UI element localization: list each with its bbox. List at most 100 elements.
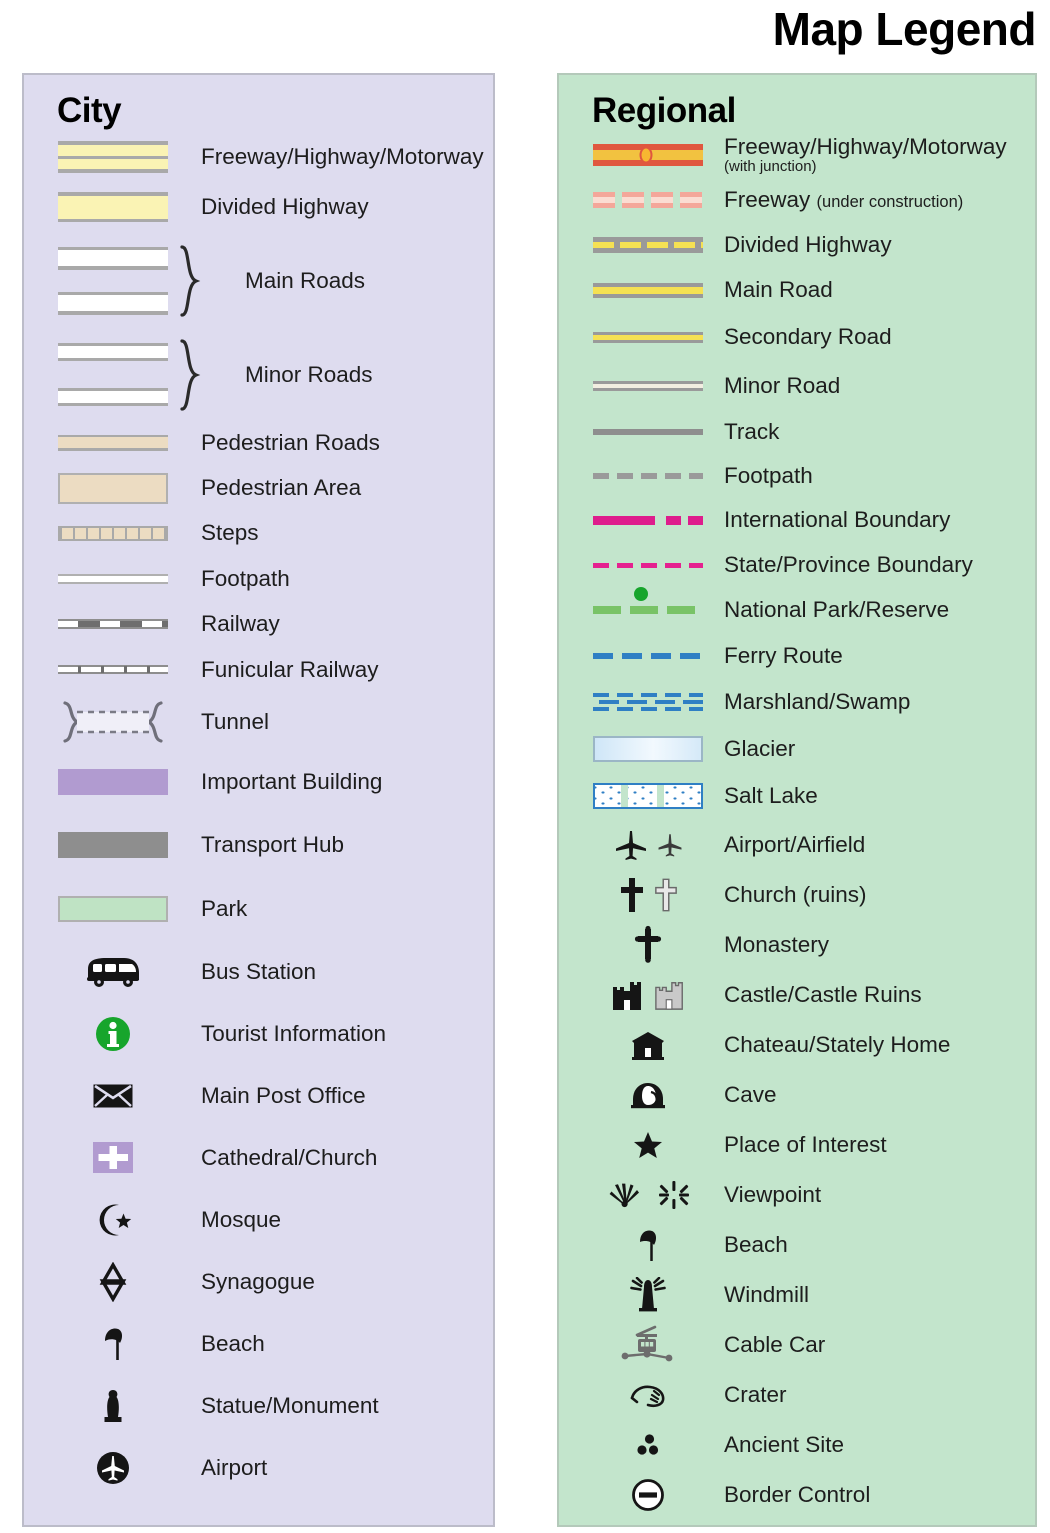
legend-row-city-post-office: Main Post Office: [24, 1065, 493, 1127]
legend-label: Freeway/Highway/Motorway (with junction): [724, 133, 1007, 175]
legend-label: Park: [201, 895, 248, 921]
legend-label: Crater: [724, 1381, 787, 1407]
legend-row-city-freeway: Freeway/Highway/Motorway: [24, 134, 493, 181]
city-legend-panel: City Freeway/Highway/Motorway Divided Hi…: [22, 73, 495, 1527]
legend-label: Place of Interest: [724, 1131, 887, 1157]
legend-label: Beach: [724, 1231, 788, 1257]
legend-row-city-railway: Railway: [24, 602, 493, 647]
legend-label: Marshland/Swamp: [724, 689, 911, 715]
funicular-railway-line-symbol: [46, 665, 179, 675]
statue-icon: [46, 1386, 179, 1426]
legend-label: Minor Roads: [245, 361, 373, 387]
legend-row-regional-windmill: Windmill: [559, 1270, 1035, 1320]
freeway-bar-symbol: [46, 141, 179, 174]
legend-row-regional-cave: Cave: [559, 1070, 1035, 1120]
legend-label: Pedestrian Area: [201, 475, 362, 501]
legend-row-city-main-roads: Main Roads: [24, 233, 493, 329]
beach-umbrella-icon: [46, 1324, 179, 1364]
legend-label: Footpath: [724, 462, 813, 488]
legend-label: Bus Station: [201, 958, 317, 984]
legend-row-regional-state-boundary: State/Province Boundary: [559, 543, 1035, 588]
legend-label-sub: (under construction): [816, 192, 964, 211]
marshland-pattern-symbol: [584, 691, 712, 713]
legend-row-city-funicular-railway: Funicular Railway: [24, 647, 493, 693]
state-boundary-line-symbol: [584, 562, 712, 568]
legend-row-city-minor-roads: Minor Roads: [24, 329, 493, 421]
regional-footpath-line-symbol: [584, 472, 712, 479]
crater-icon: [584, 1381, 712, 1409]
legend-row-city-pedestrian-area: Pedestrian Area: [24, 466, 493, 511]
legend-row-city-airport: Airport: [24, 1437, 493, 1499]
legend-label: International Boundary: [724, 507, 951, 533]
glacier-swatch: [584, 735, 712, 762]
legend-label: Main Road: [724, 277, 833, 303]
legend-row-regional-border-control: Border Control: [559, 1470, 1035, 1520]
airport-circle-icon: [46, 1447, 179, 1489]
regional-freeway-junction-line-symbol: [584, 143, 712, 166]
legend-row-city-transport-hub: Transport Hub: [24, 814, 493, 877]
church-cross-icon: [584, 876, 712, 914]
cathedral-cross-icon: [46, 1141, 179, 1174]
legend-label: Secondary Road: [724, 324, 892, 350]
legend-label: Steps: [201, 520, 259, 546]
legend-label: Synagogue: [201, 1268, 315, 1294]
legend-row-regional-ancient-site: Ancient Site: [559, 1420, 1035, 1470]
legend-row-regional-footpath: Footpath: [559, 454, 1035, 498]
legend-label: Viewpoint: [724, 1181, 822, 1207]
national-park-line-symbol: [584, 587, 712, 615]
legend-row-regional-ferry-route: Ferry Route: [559, 633, 1035, 679]
legend-row-regional-airport: Airport/Airfield: [559, 820, 1035, 870]
regional-main-road-line-symbol: [584, 282, 712, 298]
main-roads-bars-symbol: [46, 246, 179, 315]
legend-label: State/Province Boundary: [724, 552, 973, 578]
legend-row-city-pedestrian-roads: Pedestrian Roads: [24, 421, 493, 466]
legend-row-regional-national-park: National Park/Reserve: [559, 587, 1035, 633]
legend-row-regional-beach: Beach: [559, 1220, 1035, 1270]
minor-roads-bars-symbol: [46, 343, 179, 407]
legend-label: Funicular Railway: [201, 656, 379, 682]
legend-label: Chateau/Stately Home: [724, 1031, 951, 1057]
beach-umbrella-icon: [584, 1227, 712, 1263]
legend-row-city-park: Park: [24, 877, 493, 941]
legend-label-main: Freeway: [724, 186, 811, 212]
legend-label: Beach: [201, 1330, 265, 1356]
legend-label: Main Roads: [245, 267, 366, 293]
legend-label: Glacier: [724, 735, 796, 761]
legend-row-regional-church: Church (ruins): [559, 870, 1035, 920]
legend-row-regional-glacier: Glacier: [559, 726, 1035, 772]
border-control-icon: [584, 1477, 712, 1513]
legend-row-city-steps: Steps: [24, 511, 493, 556]
legend-label: Tourist Information: [201, 1020, 387, 1046]
salt-lake-swatch: [584, 782, 712, 809]
track-line-symbol: [584, 428, 712, 435]
legend-label: Salt Lake: [724, 782, 818, 808]
steps-bar-symbol: [46, 525, 179, 541]
legend-label: Windmill: [724, 1281, 810, 1307]
transport-hub-swatch: [46, 832, 179, 859]
legend-label: Border Control: [724, 1481, 871, 1507]
legend-label: Ferry Route: [724, 642, 843, 668]
legend-label-main: Freeway/Highway/Motorway: [724, 133, 1007, 159]
envelope-icon: [46, 1083, 179, 1109]
legend-row-city-tourist-information: Tourist Information: [24, 1003, 493, 1065]
park-swatch: [46, 895, 179, 922]
star-icon: [584, 1130, 712, 1160]
railway-line-symbol: [46, 619, 179, 630]
footpath-line-symbol: [46, 573, 179, 584]
castle-icon: [584, 978, 712, 1012]
legend-row-regional-marshland: Marshland/Swamp: [559, 679, 1035, 726]
freeway-under-construction-line-symbol: [584, 191, 712, 208]
legend-label: Track: [724, 418, 780, 444]
legend-row-regional-chateau: Chateau/Stately Home: [559, 1020, 1035, 1070]
airplane-icon: [584, 828, 712, 862]
legend-label: Transport Hub: [201, 832, 344, 858]
legend-label: Mosque: [201, 1206, 282, 1232]
legend-row-regional-viewpoint: Viewpoint: [559, 1170, 1035, 1220]
legend-row-regional-freeway: Freeway/Highway/Motorway (with junction): [559, 132, 1035, 178]
brace-icon: [179, 245, 201, 317]
city-panel-heading: City: [57, 91, 122, 130]
legend-row-regional-secondary-road: Secondary Road: [559, 313, 1035, 362]
legend-row-regional-divided-highway: Divided Highway: [559, 222, 1035, 268]
legend-row-regional-cable-car: Cable Car: [559, 1320, 1035, 1370]
pedestrian-area-bar-symbol: [46, 472, 179, 504]
